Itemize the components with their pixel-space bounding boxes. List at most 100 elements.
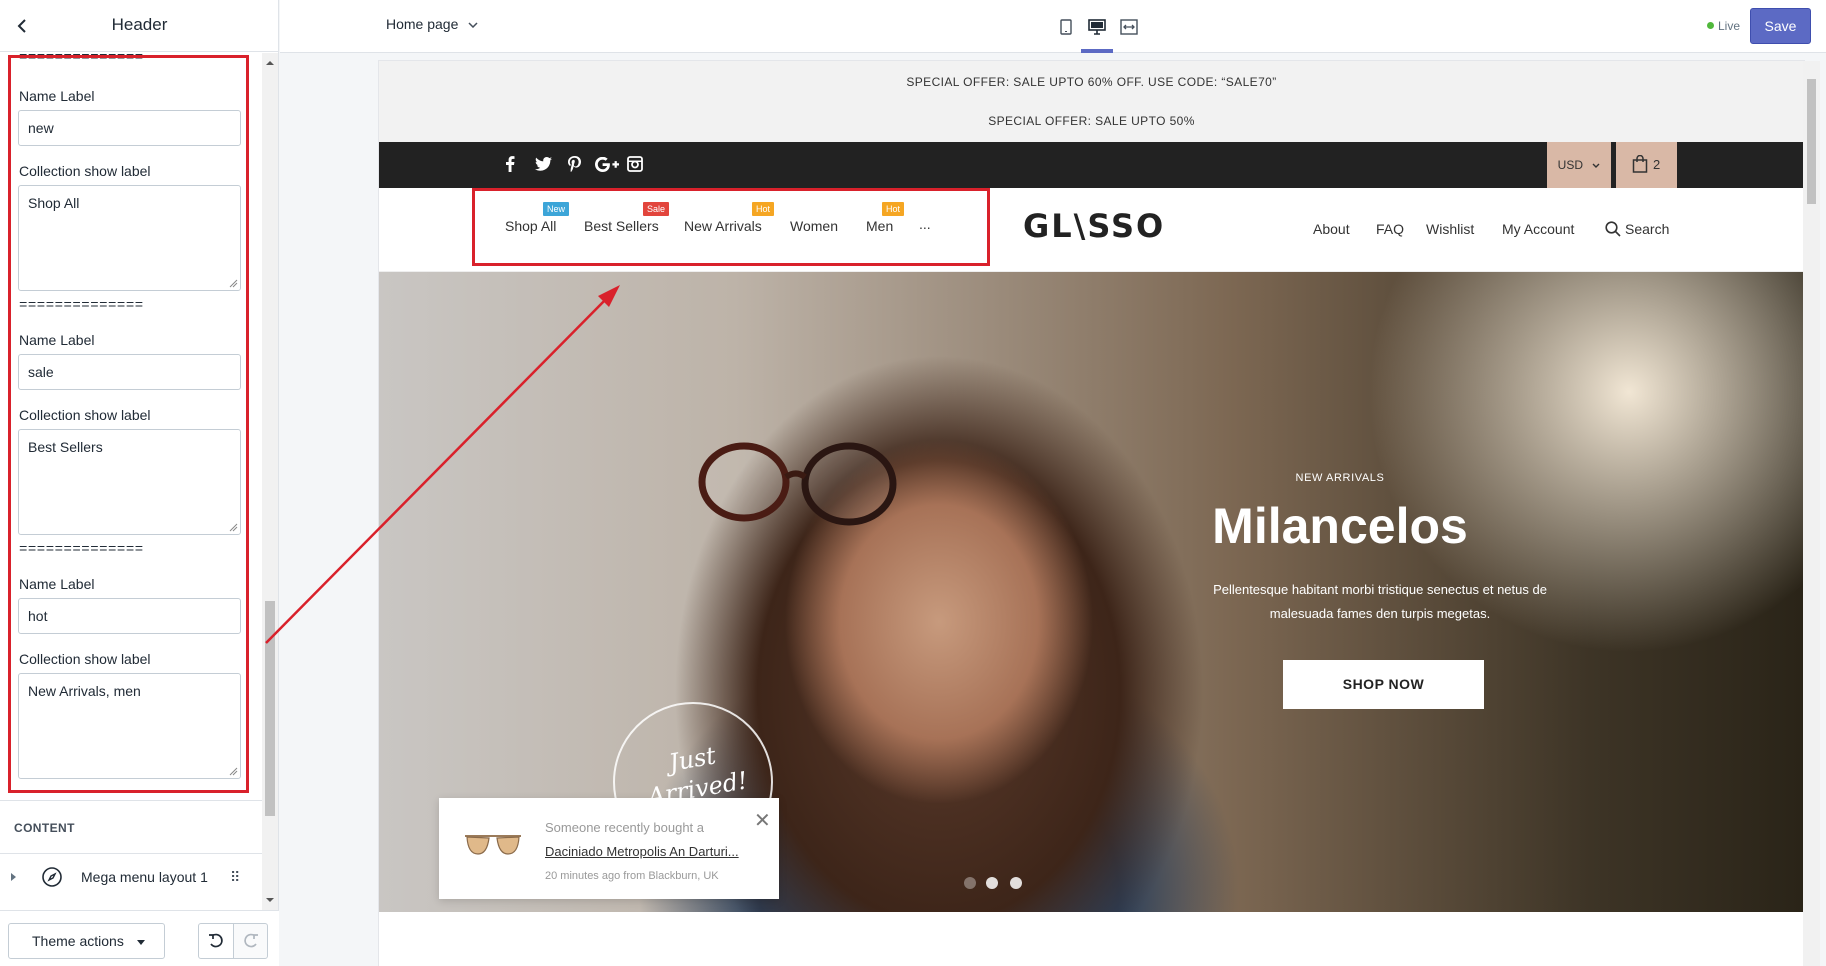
theme-actions-button[interactable]: Theme actions	[8, 923, 165, 959]
preview-scrollbar[interactable]	[1803, 61, 1820, 966]
content-section-title: CONTENT	[14, 821, 75, 835]
popup-product-link[interactable]: Daciniado Metropolis An Darturi...	[545, 844, 745, 859]
nav-item-label: Women	[790, 218, 838, 234]
resize-grip-icon[interactable]	[229, 523, 238, 532]
name-label: Name Label	[19, 332, 95, 348]
collection-textarea-value: Shop All	[28, 195, 80, 211]
pinterest-link[interactable]	[564, 154, 584, 174]
announcement-text: SPECIAL OFFER: SALE UPTO 50%	[988, 114, 1195, 128]
collection-textarea-value: Best Sellers	[28, 439, 103, 455]
redo-button[interactable]	[233, 923, 268, 959]
facebook-link[interactable]	[500, 154, 520, 174]
store-preview: SPECIAL OFFER: SALE UPTO 60% OFF. USE CO…	[379, 61, 1804, 966]
instagram-link[interactable]	[607, 154, 627, 174]
live-dot-icon	[1707, 22, 1714, 29]
mobile-view-button[interactable]	[1055, 16, 1077, 38]
sidebar-header: Header	[0, 0, 279, 52]
undo-button[interactable]	[198, 923, 234, 959]
pinterest-icon	[567, 156, 581, 172]
hero-description: Pellentesque habitant morbi tristique se…	[1213, 582, 1547, 621]
popup-meta: 20 minutes ago from Blackburn, UK	[545, 870, 719, 882]
page-select[interactable]: Home page	[386, 16, 478, 32]
fullwidth-view-button[interactable]	[1118, 16, 1140, 38]
sidebar-footer: Theme actions	[0, 910, 279, 966]
nav-my-account[interactable]: My Account	[1502, 221, 1574, 237]
scroll-up-icon[interactable]	[266, 59, 274, 67]
currency-label: USD	[1557, 158, 1583, 172]
search-label: Search	[1625, 221, 1670, 237]
slide-dot[interactable]	[986, 877, 998, 889]
hero-subtitle: NEW ARRIVALS	[1295, 472, 1385, 484]
store-logo[interactable]: GL\SSO	[1023, 207, 1165, 245]
separator: ==============	[19, 542, 144, 558]
name-label-input[interactable]: hot	[18, 598, 241, 634]
nav-item-label: Shop All	[505, 218, 557, 234]
name-label-input[interactable]: sale	[18, 354, 241, 390]
mega-menu-item[interactable]: Mega menu layout 1 ⠿	[0, 853, 262, 901]
theme-actions-label: Theme actions	[32, 933, 124, 949]
nav-faq[interactable]: FAQ	[1376, 221, 1404, 237]
collection-label: Collection show label	[19, 163, 151, 179]
shop-now-button[interactable]: SHOP NOW	[1283, 660, 1484, 709]
announcement-text: SPECIAL OFFER: SALE UPTO 60% OFF. USE CO…	[906, 75, 1277, 89]
nav-about[interactable]: About	[1313, 221, 1350, 237]
nav-search[interactable]: Search	[1605, 221, 1669, 237]
hero-title: Milancelos	[1212, 498, 1468, 554]
close-icon[interactable]: ✕	[754, 808, 771, 833]
twitter-icon	[534, 157, 552, 171]
active-view-indicator	[1081, 49, 1113, 53]
fullscreen-icon	[1120, 19, 1138, 35]
scroll-down-icon[interactable]	[266, 896, 274, 904]
nav-more-button[interactable]: ...	[919, 216, 931, 232]
desktop-view-button[interactable]	[1086, 16, 1108, 38]
nav-item-new-arrivals[interactable]: Hot New Arrivals	[684, 202, 775, 234]
collection-textarea[interactable]: New Arrivals, men	[18, 673, 241, 779]
nav-wishlist[interactable]: Wishlist	[1426, 221, 1474, 237]
slide-dot[interactable]	[964, 877, 976, 889]
search-icon	[1605, 221, 1621, 237]
chevron-down-icon	[468, 22, 478, 29]
settings-sidebar: Header ============== Name Label new Col…	[0, 0, 279, 966]
redo-icon	[243, 933, 258, 948]
nav-item-best-sellers[interactable]: Sale Best Sellers	[584, 202, 670, 234]
nav-badge-hot: Hot	[752, 202, 775, 216]
facebook-icon	[506, 156, 515, 172]
cart-button[interactable]: 2	[1616, 142, 1677, 188]
separator: ==============	[19, 53, 144, 66]
content-section: CONTENT Mega menu layout 1 ⠿	[0, 800, 262, 910]
nav-item-shop-all[interactable]: New Shop All	[505, 202, 570, 234]
chevron-down-icon	[1592, 163, 1600, 168]
name-label: Name Label	[19, 576, 95, 592]
resize-grip-icon[interactable]	[229, 767, 238, 776]
nav-item-label: New Arrivals	[684, 218, 762, 234]
nav-badge-hot: Hot	[882, 202, 905, 216]
mobile-icon	[1060, 19, 1072, 35]
sidebar-title: Header	[111, 15, 168, 34]
currency-select[interactable]: USD	[1547, 142, 1611, 188]
nav-item-men[interactable]: Hot Men	[866, 202, 905, 234]
sidebar-scrollbar[interactable]	[262, 53, 278, 910]
cart-count: 2	[1653, 157, 1661, 172]
instagram-link[interactable]	[625, 154, 645, 174]
page-select-label: Home page	[386, 16, 459, 32]
collection-textarea[interactable]: Best Sellers	[18, 429, 241, 535]
name-label-input[interactable]: new	[18, 110, 241, 146]
drag-handle-icon[interactable]: ⠿	[230, 869, 240, 886]
slide-dot[interactable]	[1010, 877, 1022, 889]
hero-image-glasses	[698, 442, 897, 526]
save-button[interactable]: Save	[1750, 8, 1811, 44]
separator: ==============	[19, 298, 144, 314]
caret-right-icon[interactable]	[10, 872, 18, 882]
twitter-link[interactable]	[533, 154, 553, 174]
scroll-thumb[interactable]	[1807, 79, 1816, 204]
caret-down-icon	[137, 940, 145, 945]
shopping-bag-icon	[1632, 155, 1648, 173]
desktop-icon	[1088, 19, 1106, 35]
nav-item-women[interactable]: Women	[790, 218, 838, 234]
recent-purchase-popup: Someone recently bought a Daciniado Metr…	[439, 798, 779, 899]
nav-item-label: Best Sellers	[584, 218, 659, 234]
collection-textarea[interactable]: Shop All	[18, 185, 241, 291]
collection-textarea-value: New Arrivals, men	[28, 683, 141, 699]
resize-grip-icon[interactable]	[229, 279, 238, 288]
scroll-thumb[interactable]	[265, 601, 275, 816]
